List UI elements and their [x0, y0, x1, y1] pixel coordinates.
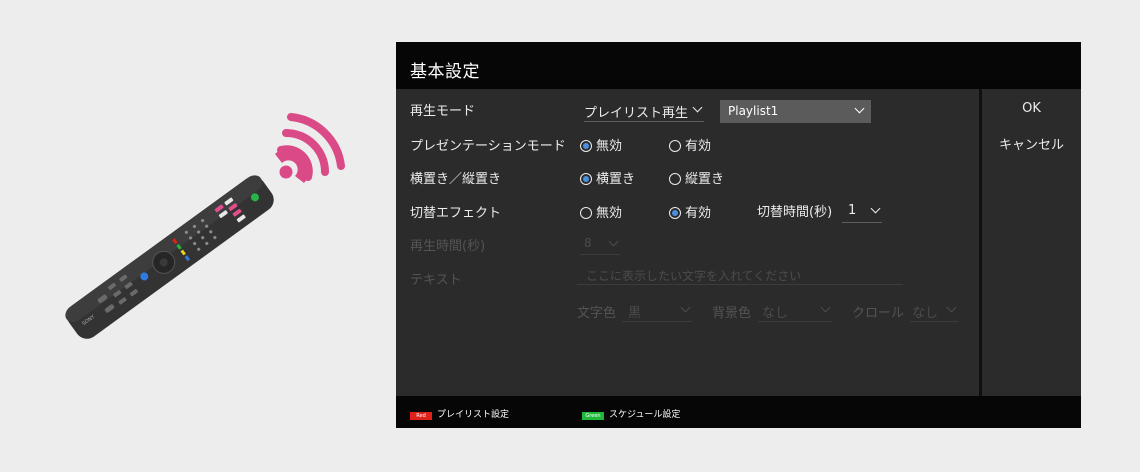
bg-color-dropdown[interactable]: なし — [758, 302, 832, 322]
remote-illustration: SONY — [0, 0, 390, 468]
radio-selected-icon — [580, 173, 592, 185]
playback-time-label: 再生時間(秒) — [410, 239, 486, 254]
switch-time-label: 切替時間(秒) — [757, 205, 833, 220]
chevron-down-icon — [680, 302, 691, 313]
portrait-label: 縦置き — [685, 172, 725, 187]
tv-screen: 基本設定 再生モード プレイリスト再生 Playlist1 プレゼンテーションモ… — [396, 42, 1081, 428]
chevron-down-icon — [870, 203, 881, 214]
presentation-on-label: 有効 — [685, 139, 712, 154]
radio-unselected-icon — [580, 207, 592, 219]
green-key-icon: Green — [582, 412, 604, 420]
switch-time-value: 1 — [848, 203, 857, 218]
chevron-down-icon — [946, 302, 957, 313]
switch-effect-label: 切替エフェクト — [410, 206, 502, 221]
presentation-off-label: 無効 — [596, 139, 623, 154]
screen-footer: Red プレイリスト設定 Green スケジュール設定 — [396, 396, 1081, 428]
bg-color-label: 背景色 — [712, 306, 752, 321]
crawl-label: クロール — [852, 306, 905, 321]
text-color-value: 黒 — [628, 306, 642, 321]
presentation-mode-label: プレゼンテーションモード — [410, 139, 566, 154]
playback-time-dropdown[interactable]: 8 — [580, 236, 620, 255]
ok-button[interactable]: OK — [982, 101, 1081, 116]
text-placeholder: ここに表示したい文字を入れてください — [586, 269, 802, 283]
effect-off-label: 無効 — [596, 206, 623, 221]
radio-selected-icon — [669, 207, 681, 219]
action-panel: OK キャンセル — [982, 89, 1081, 396]
portrait-radio[interactable]: 縦置き — [669, 168, 724, 187]
tv-remote-icon: SONY — [65, 113, 345, 339]
playback-mode-label: 再生モード — [410, 104, 476, 119]
presentation-off-radio[interactable]: 無効 — [580, 135, 622, 154]
effect-on-radio[interactable]: 有効 — [669, 202, 711, 221]
crawl-value: なし — [912, 306, 939, 321]
landscape-label: 横置き — [596, 172, 636, 187]
playback-time-value: 8 — [584, 236, 592, 250]
playlist-select[interactable]: Playlist1 — [720, 100, 871, 123]
effect-off-radio[interactable]: 無効 — [580, 202, 622, 221]
landscape-radio[interactable]: 横置き — [580, 168, 635, 187]
effect-on-label: 有効 — [685, 206, 712, 221]
playback-mode-value: プレイリスト再生 — [584, 106, 689, 121]
chevron-down-icon — [820, 302, 831, 313]
chevron-down-icon — [608, 236, 619, 247]
radio-unselected-icon — [669, 140, 681, 152]
red-key-icon: Red — [410, 412, 432, 420]
chevron-down-icon — [854, 103, 865, 114]
page-title: 基本設定 — [410, 62, 480, 82]
crawl-dropdown[interactable]: なし — [910, 302, 958, 322]
orientation-label: 横置き／縦置き — [410, 172, 502, 187]
radio-unselected-icon — [669, 173, 681, 185]
radio-selected-icon — [580, 140, 592, 152]
playback-mode-dropdown[interactable]: プレイリスト再生 — [584, 102, 704, 122]
schedule-settings-label: スケジュール設定 — [609, 410, 681, 420]
text-color-label: 文字色 — [577, 306, 617, 321]
switch-time-dropdown[interactable]: 1 — [842, 203, 882, 223]
cancel-button[interactable]: キャンセル — [982, 134, 1081, 153]
screen-header: 基本設定 — [396, 42, 1081, 89]
playlist-settings-shortcut[interactable]: Red プレイリスト設定 — [410, 407, 509, 420]
playlist-settings-label: プレイリスト設定 — [437, 410, 510, 420]
playlist-value: Playlist1 — [728, 104, 779, 118]
schedule-settings-shortcut[interactable]: Green スケジュール設定 — [582, 407, 680, 420]
chevron-down-icon — [692, 102, 703, 113]
bg-color-value: なし — [762, 306, 789, 321]
text-color-dropdown[interactable]: 黒 — [622, 302, 692, 322]
presentation-on-radio[interactable]: 有効 — [669, 135, 711, 154]
text-input[interactable]: ここに表示したい文字を入れてください — [577, 264, 903, 285]
text-label: テキスト — [410, 273, 462, 288]
